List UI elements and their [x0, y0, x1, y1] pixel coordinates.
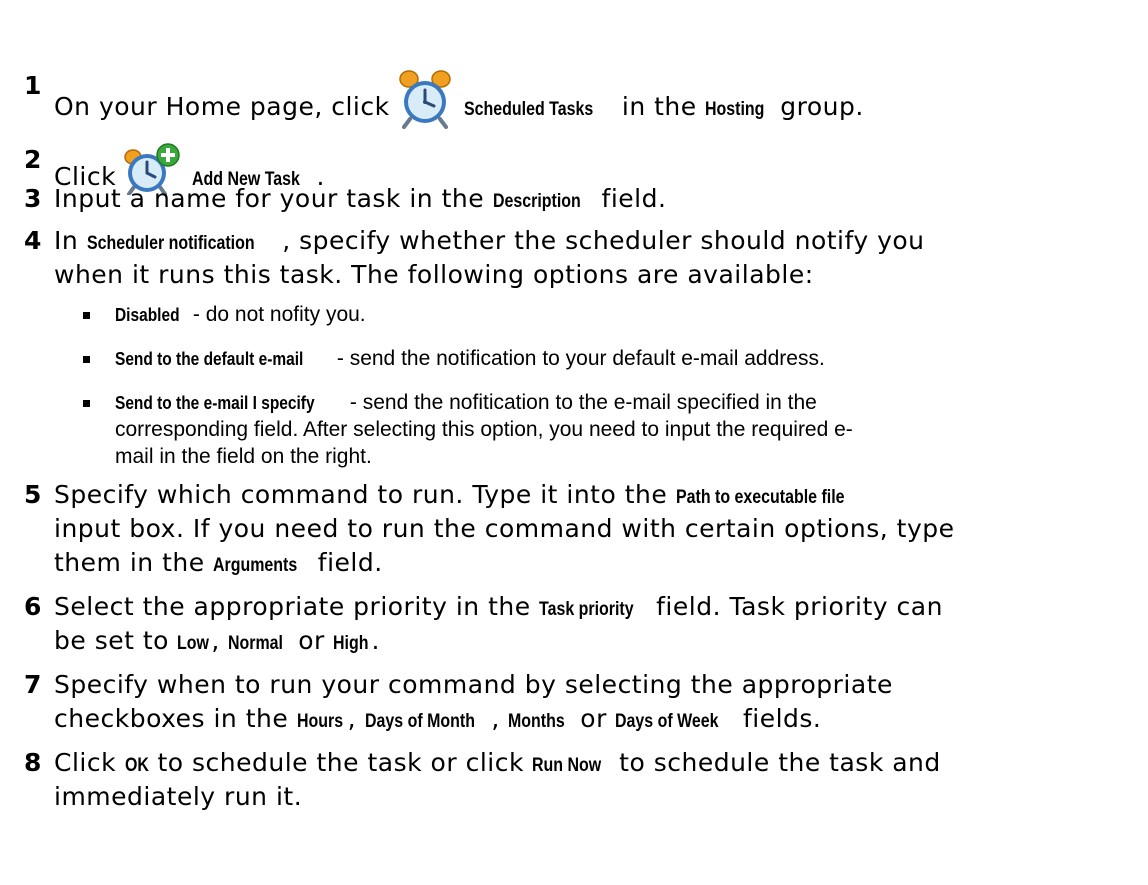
- step-number: 6: [24, 592, 42, 621]
- step-text: Select the appropriate priority in the T…: [54, 590, 1139, 627]
- keyword-send-to-default-email: Send to the default e-mail: [115, 349, 304, 369]
- step-text-line-2: when it runs this task. The following op…: [54, 260, 814, 289]
- keyword-scheduled-tasks: Scheduled Tasks: [463, 99, 593, 120]
- keyword-disabled: Disabled: [115, 305, 180, 325]
- step-number: 2: [24, 145, 42, 174]
- keyword-normal: Normal: [228, 633, 284, 654]
- step-number: 7: [24, 670, 42, 699]
- keyword-hosting: Hosting: [705, 99, 765, 120]
- keyword-task-priority: Task priority: [539, 599, 634, 620]
- step-text: Specify when to run your command by sele…: [54, 670, 893, 699]
- keyword-description: Description: [492, 191, 581, 212]
- step-number: 8: [24, 748, 42, 777]
- step-text: Input a name for your task in the Descri…: [54, 182, 1139, 219]
- keyword-ok: OK: [124, 755, 149, 776]
- alarm-clock-icon: [396, 69, 454, 138]
- step-text-line-2: checkboxes in the Hours, Days of Month, …: [54, 702, 1139, 739]
- keyword-high: High: [333, 633, 369, 654]
- keyword-scheduler-notification: Scheduler notification: [86, 233, 255, 254]
- step-number: 4: [24, 226, 42, 255]
- keyword-hours: Hours: [296, 711, 343, 732]
- step-text: Specify which command to run. Type it in…: [54, 478, 1139, 515]
- bullet-marker: [83, 400, 90, 407]
- keyword-run-now: Run Now: [532, 755, 602, 776]
- step-text-line-2: immediately run it.: [54, 782, 303, 811]
- keyword-send-to-email-i-specify: Send to the e-mail I specify: [115, 393, 315, 413]
- keyword-arguments: Arguments: [213, 555, 298, 576]
- step-number: 1: [24, 71, 42, 100]
- step-text: In Scheduler notification, specify wheth…: [54, 224, 1139, 261]
- step-text-line-3: them in the Arguments field.: [54, 546, 1139, 583]
- step-text: Click OK to schedule the task or click R…: [54, 746, 1139, 783]
- step-number: 5: [24, 480, 42, 509]
- bullet-marker: [83, 312, 90, 319]
- step-number: 3: [24, 184, 42, 213]
- keyword-months: Months: [508, 711, 566, 732]
- step-text-line-2: be set to Low, Normal or High.: [54, 624, 1139, 661]
- keyword-low: Low: [177, 633, 210, 654]
- bullet-marker: [83, 356, 90, 363]
- keyword-path-to-executable-file: Path to executable file: [675, 487, 845, 508]
- step-text: On your Home page, click Scheduled Tasks…: [54, 69, 1139, 138]
- step-text-line-2: input box. If you need to run the comman…: [54, 514, 955, 543]
- keyword-days-of-month: Days of Month: [364, 711, 475, 732]
- keyword-days-of-week: Days of Week: [615, 711, 719, 732]
